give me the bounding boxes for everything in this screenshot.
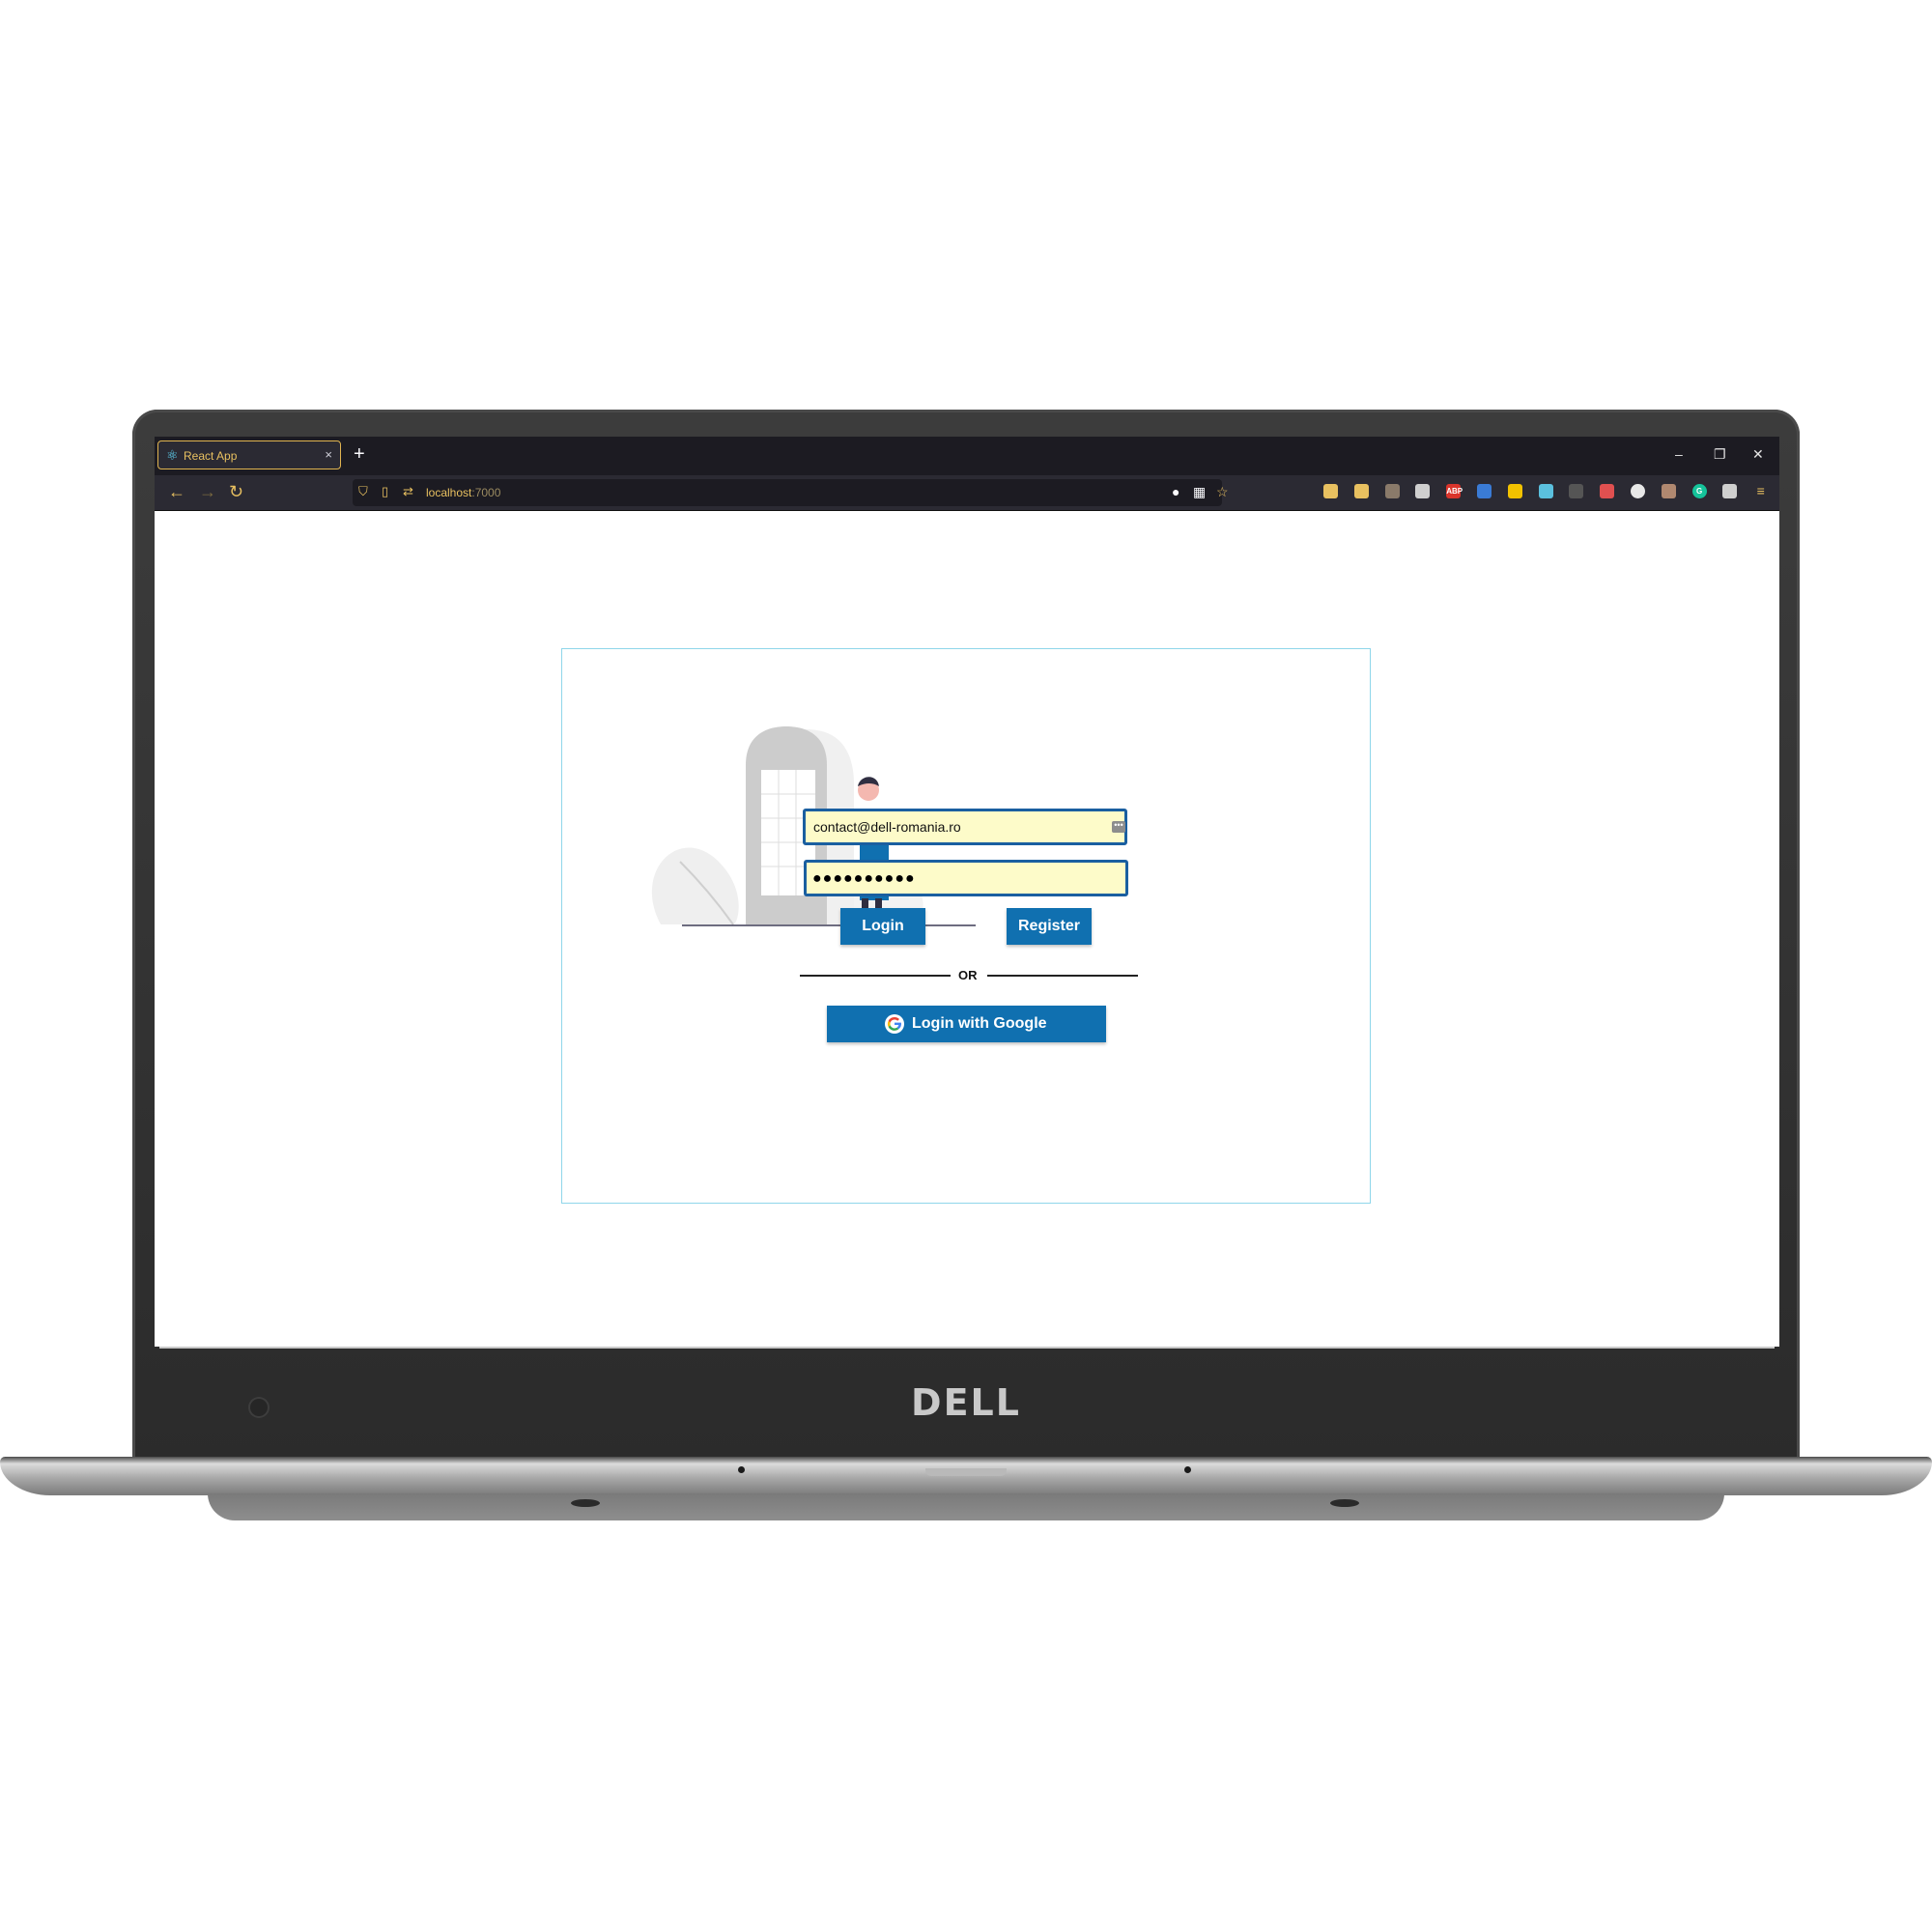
circle-extension-icon[interactable] xyxy=(1631,484,1645,498)
password-field[interactable]: ●●●●●●●●●● xyxy=(804,860,1128,896)
minimize-icon[interactable]: – xyxy=(1675,446,1683,462)
download-icon[interactable] xyxy=(1353,484,1369,498)
laptop-foot xyxy=(571,1499,600,1507)
cookie-icon[interactable] xyxy=(1415,484,1431,498)
google-login-label: Login with Google xyxy=(912,1015,1047,1032)
forward-button[interactable]: → xyxy=(199,482,216,501)
or-divider-left xyxy=(800,975,951,977)
shield-extension-icon[interactable] xyxy=(1600,484,1615,498)
avatar-extension-icon[interactable] xyxy=(1384,484,1400,498)
laptop-base xyxy=(0,1457,1932,1495)
or-divider-right xyxy=(987,975,1138,977)
permissions-icon: ⇄ xyxy=(403,484,413,498)
close-window-icon[interactable]: ✕ xyxy=(1752,446,1764,463)
or-label: OR xyxy=(958,968,978,982)
library-icon[interactable] xyxy=(1477,484,1492,498)
shield-icon: ⛉ xyxy=(358,484,368,498)
google-icon xyxy=(885,1014,904,1034)
hinge-dot xyxy=(1184,1466,1191,1473)
react-icon: ⚛ xyxy=(166,447,179,463)
register-button[interactable]: Register xyxy=(1007,908,1092,945)
extensions-puzzle-icon[interactable] xyxy=(1722,484,1738,498)
new-tab-button[interactable]: + xyxy=(354,444,365,464)
notes-icon[interactable] xyxy=(1507,484,1522,498)
screen-bezel-line xyxy=(159,1347,1775,1349)
browser-tab-bar: ⚛ React App × + – ❐ ✕ xyxy=(155,437,1779,475)
qr-code-icon[interactable]: ▦ xyxy=(1193,484,1206,500)
google-login-button[interactable]: Login with Google xyxy=(827,1006,1106,1042)
face-extension-icon[interactable] xyxy=(1661,484,1676,498)
laptop-foot xyxy=(1330,1499,1359,1507)
login-card: ••• ●●●●●●●●●● Login Register OR Login w… xyxy=(561,648,1371,1204)
tab-title: React App xyxy=(184,449,238,463)
pocket-icon[interactable] xyxy=(1323,484,1338,498)
save-icon[interactable] xyxy=(1538,484,1553,498)
restore-icon[interactable]: ❐ xyxy=(1714,446,1726,463)
browser-nav-bar: ← → ↻ ⛉ ▯ ⇄ localhost:7000 ● ▦ ☆ ABP G ≡ xyxy=(155,475,1779,511)
bookmark-star-icon[interactable]: ☆ xyxy=(1216,484,1229,500)
page-icon: ▯ xyxy=(382,484,389,498)
grammarly-icon[interactable]: G xyxy=(1691,484,1707,498)
close-tab-icon[interactable]: × xyxy=(325,447,332,462)
laptop-notch xyxy=(925,1468,1007,1476)
back-button[interactable]: ← xyxy=(168,482,185,501)
webcam-icon xyxy=(250,1399,268,1416)
login-button[interactable]: Login xyxy=(840,908,925,945)
browser-tab[interactable]: ⚛ React App × xyxy=(157,440,341,469)
dell-logo: DELL xyxy=(911,1381,1021,1424)
password-dots: ●●●●●●●●●● xyxy=(812,870,916,887)
reload-button[interactable]: ↻ xyxy=(229,482,243,501)
password-manager-icon[interactable]: ••• xyxy=(1112,821,1125,833)
adblock-icon[interactable]: ABP xyxy=(1446,484,1463,498)
laptop-screen: ⚛ React App × + – ❐ ✕ ← → ↻ ⛉ ▯ ⇄ localh… xyxy=(155,437,1779,1347)
circle-icon[interactable]: ● xyxy=(1172,484,1179,499)
hinge-dot xyxy=(738,1466,745,1473)
laptop-base-bottom xyxy=(208,1493,1724,1520)
url-text: localhost:7000 xyxy=(426,486,501,499)
email-field[interactable] xyxy=(803,809,1127,845)
terminal-icon[interactable] xyxy=(1569,484,1584,498)
menu-icon[interactable]: ≡ xyxy=(1753,484,1768,498)
url-bar[interactable]: ⛉ ▯ ⇄ localhost:7000 ● ▦ ☆ xyxy=(353,479,1229,506)
